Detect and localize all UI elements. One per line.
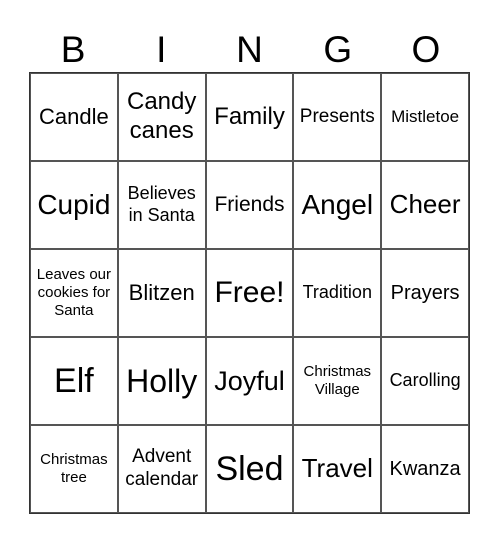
bingo-cell[interactable]: Sled xyxy=(205,425,294,513)
bingo-card-grid: Candle Candy canes Family Presents Mistletoe… xyxy=(29,72,470,514)
header-letter-n: N xyxy=(236,29,263,70)
bingo-cell[interactable]: Leaves our cookies for Santa xyxy=(30,249,118,337)
bingo-cell[interactable]: Cupid xyxy=(30,161,118,249)
bingo-cell[interactable]: Tradition xyxy=(293,249,382,337)
header-letter-g: G xyxy=(323,29,353,70)
header-letter-b: B xyxy=(60,29,86,70)
header-letter-o: O xyxy=(411,29,441,70)
bingo-cell[interactable]: Free! xyxy=(205,249,294,337)
bingo-cell[interactable]: Presents xyxy=(293,73,382,161)
bingo-cell[interactable]: Christmas Village xyxy=(293,337,382,425)
bingo-cell[interactable]: Believes in Santa xyxy=(117,161,206,249)
bingo-cell[interactable]: Candy canes xyxy=(117,73,206,161)
bingo-cell[interactable]: Elf xyxy=(30,337,118,425)
bingo-cell[interactable]: Holly xyxy=(117,337,206,425)
bingo-cell[interactable]: Advent calendar xyxy=(117,425,206,513)
bingo-cell[interactable]: Christmas tree xyxy=(30,425,118,513)
bingo-cell[interactable]: Friends xyxy=(205,161,294,249)
bingo-cell[interactable]: Mistletoe xyxy=(381,73,469,161)
bingo-cell[interactable]: Joyful xyxy=(205,337,294,425)
bingo-cell[interactable]: Travel xyxy=(293,425,382,513)
bingo-cell[interactable]: Kwanza xyxy=(381,425,469,513)
bingo-cell[interactable]: Angel xyxy=(293,161,382,249)
bingo-cell[interactable]: Blitzen xyxy=(117,249,206,337)
bingo-cell[interactable]: Carolling xyxy=(381,337,469,425)
bingo-cell[interactable]: Candle xyxy=(30,73,118,161)
bingo-cell[interactable]: Prayers xyxy=(381,249,469,337)
bingo-cell[interactable]: Family xyxy=(205,73,294,161)
bingo-cell[interactable]: Cheer xyxy=(381,161,469,249)
bingo-header: B I N G O xyxy=(29,28,470,72)
header-letter-i: I xyxy=(156,29,167,70)
